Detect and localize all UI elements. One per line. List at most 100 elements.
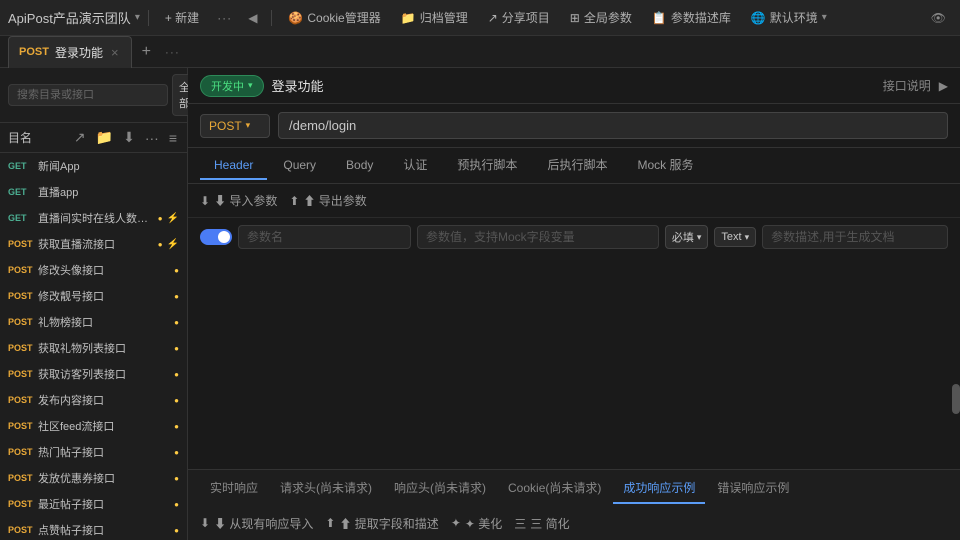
list-item[interactable]: POST 修改头像接口 ● xyxy=(0,257,187,283)
global-params-button[interactable]: ⊞ 全局参数 xyxy=(562,6,640,29)
item-dot: ● xyxy=(174,266,179,275)
archive-button[interactable]: 📁 归档管理 xyxy=(393,6,476,29)
global-icon: ⊞ xyxy=(570,11,580,25)
sidebar: 全部 ▾ ↻ 目名 ↗ 📁 ⬇ ··· ≡ GET 新闻App GET 直播ap… xyxy=(0,68,188,540)
api-tab-后执行脚本[interactable]: 后执行脚本 xyxy=(533,150,621,181)
param-toggle[interactable] xyxy=(200,229,232,245)
archive-icon: 📁 xyxy=(401,11,416,25)
simplify-button[interactable]: 三 三 简化 xyxy=(514,515,569,532)
method-badge: POST xyxy=(8,395,34,405)
api-tab-认证[interactable]: 认证 xyxy=(389,150,441,181)
list-item[interactable]: POST 修改靓号接口 ● xyxy=(0,283,187,309)
item-dot: ● xyxy=(174,344,179,353)
export-icon: ⬆ xyxy=(289,194,299,208)
team-selector[interactable]: ApiPost产品演示团队 ▾ xyxy=(8,8,140,27)
item-dot: ● xyxy=(158,214,163,223)
resp-tab-请求头(尚未请求)[interactable]: 请求头(尚未请求) xyxy=(270,473,382,504)
item-dot: ● xyxy=(174,292,179,301)
list-item[interactable]: POST 礼物榜接口 ● xyxy=(0,309,187,335)
method-select[interactable]: POST ▾ xyxy=(200,114,270,138)
resp-tab-响应头(尚未请求)[interactable]: 响应头(尚未请求) xyxy=(384,473,496,504)
resp-tab-实时响应[interactable]: 实时响应 xyxy=(200,473,268,504)
search-input[interactable] xyxy=(8,84,168,106)
sidebar-toolbar: 目名 ↗ 📁 ⬇ ··· ≡ xyxy=(0,123,187,153)
tab-close-button[interactable]: × xyxy=(109,45,121,60)
env-button[interactable]: 🌐 默认环境 ▾ xyxy=(743,6,835,29)
list-item[interactable]: POST 获取访客列表接口 ● xyxy=(0,361,187,387)
main-layout: 全部 ▾ ↻ 目名 ↗ 📁 ⬇ ··· ≡ GET 新闻App GET 直播ap… xyxy=(0,68,960,540)
param-name-input[interactable] xyxy=(238,225,411,249)
export-params-button[interactable]: ⬆ ⬆ 导出参数 xyxy=(289,192,366,209)
sidebar-share-icon[interactable]: ↗ xyxy=(72,127,88,148)
item-name: 发放优惠券接口 xyxy=(38,470,170,486)
param-type-select[interactable]: Text ▾ xyxy=(714,227,756,247)
team-label: ApiPost产品演示团队 xyxy=(8,8,131,27)
desc-button[interactable]: 接口说明 xyxy=(883,77,931,94)
env-arrow: ▾ xyxy=(822,12,827,23)
nav-more-dots[interactable]: ··· xyxy=(211,8,238,28)
list-item[interactable]: GET 新闻App xyxy=(0,153,187,179)
new-button[interactable]: + 新建 xyxy=(157,6,207,29)
response-area: 实时响应请求头(尚未请求)响应头(尚未请求)Cookie(尚未请求)成功响应示例… xyxy=(188,469,960,540)
param-desc-input[interactable] xyxy=(762,225,948,249)
api-tab-Query[interactable]: Query xyxy=(269,152,330,180)
api-tab-Body[interactable]: Body xyxy=(332,152,387,180)
resp-tab-Cookie(尚未请求)[interactable]: Cookie(尚未请求) xyxy=(498,473,611,504)
share-button[interactable]: ↗ 分享项目 xyxy=(480,6,558,29)
resp-tab-成功响应示例[interactable]: 成功响应示例 xyxy=(613,473,705,504)
api-tab-Header[interactable]: Header xyxy=(200,152,267,180)
list-item[interactable]: POST 获取礼物列表接口 ● xyxy=(0,335,187,361)
nav-back-arrow[interactable]: ◀ xyxy=(242,8,263,28)
tab-login[interactable]: POST 登录功能 × xyxy=(8,36,132,68)
list-item[interactable]: POST 热门帖子接口 ● xyxy=(0,439,187,465)
list-item[interactable]: POST 发布内容接口 ● xyxy=(0,387,187,413)
item-name: 直播间实时在线人数接口 xyxy=(38,210,154,226)
url-input[interactable] xyxy=(278,112,948,139)
sidebar-folder-icon[interactable]: 📁 xyxy=(94,127,115,148)
item-name: 获取直播流接口 xyxy=(38,236,154,252)
beautify-label: ✦ 美化 xyxy=(465,515,502,532)
resp-tab-错误响应示例[interactable]: 错误响应示例 xyxy=(707,473,799,504)
list-item[interactable]: GET 直播间实时在线人数接口 ● ⚡ xyxy=(0,205,187,231)
extract-button[interactable]: ⬆ ⬆ 提取字段和描述 xyxy=(325,515,438,532)
api-tab-预执行脚本[interactable]: 预执行脚本 xyxy=(443,150,531,181)
method-arrow: ▾ xyxy=(246,120,251,131)
sidebar-list-icon[interactable]: ≡ xyxy=(167,128,179,148)
tab-add-button[interactable]: + xyxy=(134,39,159,65)
params-toolbar: ⬇ ⬇ 导入参数 ⬆ ⬆ 导出参数 xyxy=(188,184,960,218)
api-tab-Mock 服务[interactable]: Mock 服务 xyxy=(623,150,707,181)
type-text: Text xyxy=(721,231,741,243)
required-arrow: ▾ xyxy=(697,232,702,243)
eye-button[interactable]: 👁 xyxy=(925,8,952,28)
scrollbar-thumb[interactable] xyxy=(952,384,960,414)
method-badge: POST xyxy=(8,421,34,431)
method-badge: GET xyxy=(8,161,34,171)
desc-library-button[interactable]: 📋 参数描述库 xyxy=(644,6,739,29)
beautify-button[interactable]: ✦ ✦ 美化 xyxy=(451,515,502,532)
params-row-1: 必填 ▾ Text ▾ xyxy=(200,222,948,252)
response-toolbar: ⬇ ⬇ 从现有响应导入 ⬆ ⬆ 提取字段和描述 ✦ ✦ 美化 三 三 简化 xyxy=(188,506,960,540)
param-required-select[interactable]: 必填 ▾ xyxy=(665,225,709,249)
param-value-input[interactable] xyxy=(417,225,659,249)
api-tabs: HeaderQueryBody认证预执行脚本后执行脚本Mock 服务 xyxy=(188,148,960,184)
list-item[interactable]: POST 社区feed流接口 ● xyxy=(0,413,187,439)
sidebar-download-icon[interactable]: ⬇ xyxy=(121,127,137,148)
status-badge[interactable]: 开发中 ▾ xyxy=(200,75,264,97)
list-item[interactable]: POST 最近帖子接口 ● xyxy=(0,491,187,517)
sidebar-search-bar: 全部 ▾ ↻ xyxy=(0,68,187,123)
item-name: 修改头像接口 xyxy=(38,262,170,278)
from-response-icon: ⬇ xyxy=(200,516,210,530)
method-badge: GET xyxy=(8,187,34,197)
list-item[interactable]: POST 点赞帖子接口 ● xyxy=(0,517,187,540)
list-item[interactable]: GET 直播app xyxy=(0,179,187,205)
list-item[interactable]: POST 获取直播流接口 ● ⚡ xyxy=(0,231,187,257)
expand-button[interactable]: ▶ xyxy=(939,79,948,93)
sidebar-more-icon[interactable]: ··· xyxy=(143,128,161,148)
cookie-manager-button[interactable]: 🍪 Cookie管理器 xyxy=(280,6,388,29)
list-item[interactable]: POST 发放优惠券接口 ● xyxy=(0,465,187,491)
section-title: 目名 xyxy=(8,129,32,146)
from-response-button[interactable]: ⬇ ⬇ 从现有响应导入 xyxy=(200,515,313,532)
tab-more-button[interactable]: ··· xyxy=(161,41,184,63)
import-params-button[interactable]: ⬇ ⬇ 导入参数 xyxy=(200,192,277,209)
nav-separator-2 xyxy=(271,10,272,26)
